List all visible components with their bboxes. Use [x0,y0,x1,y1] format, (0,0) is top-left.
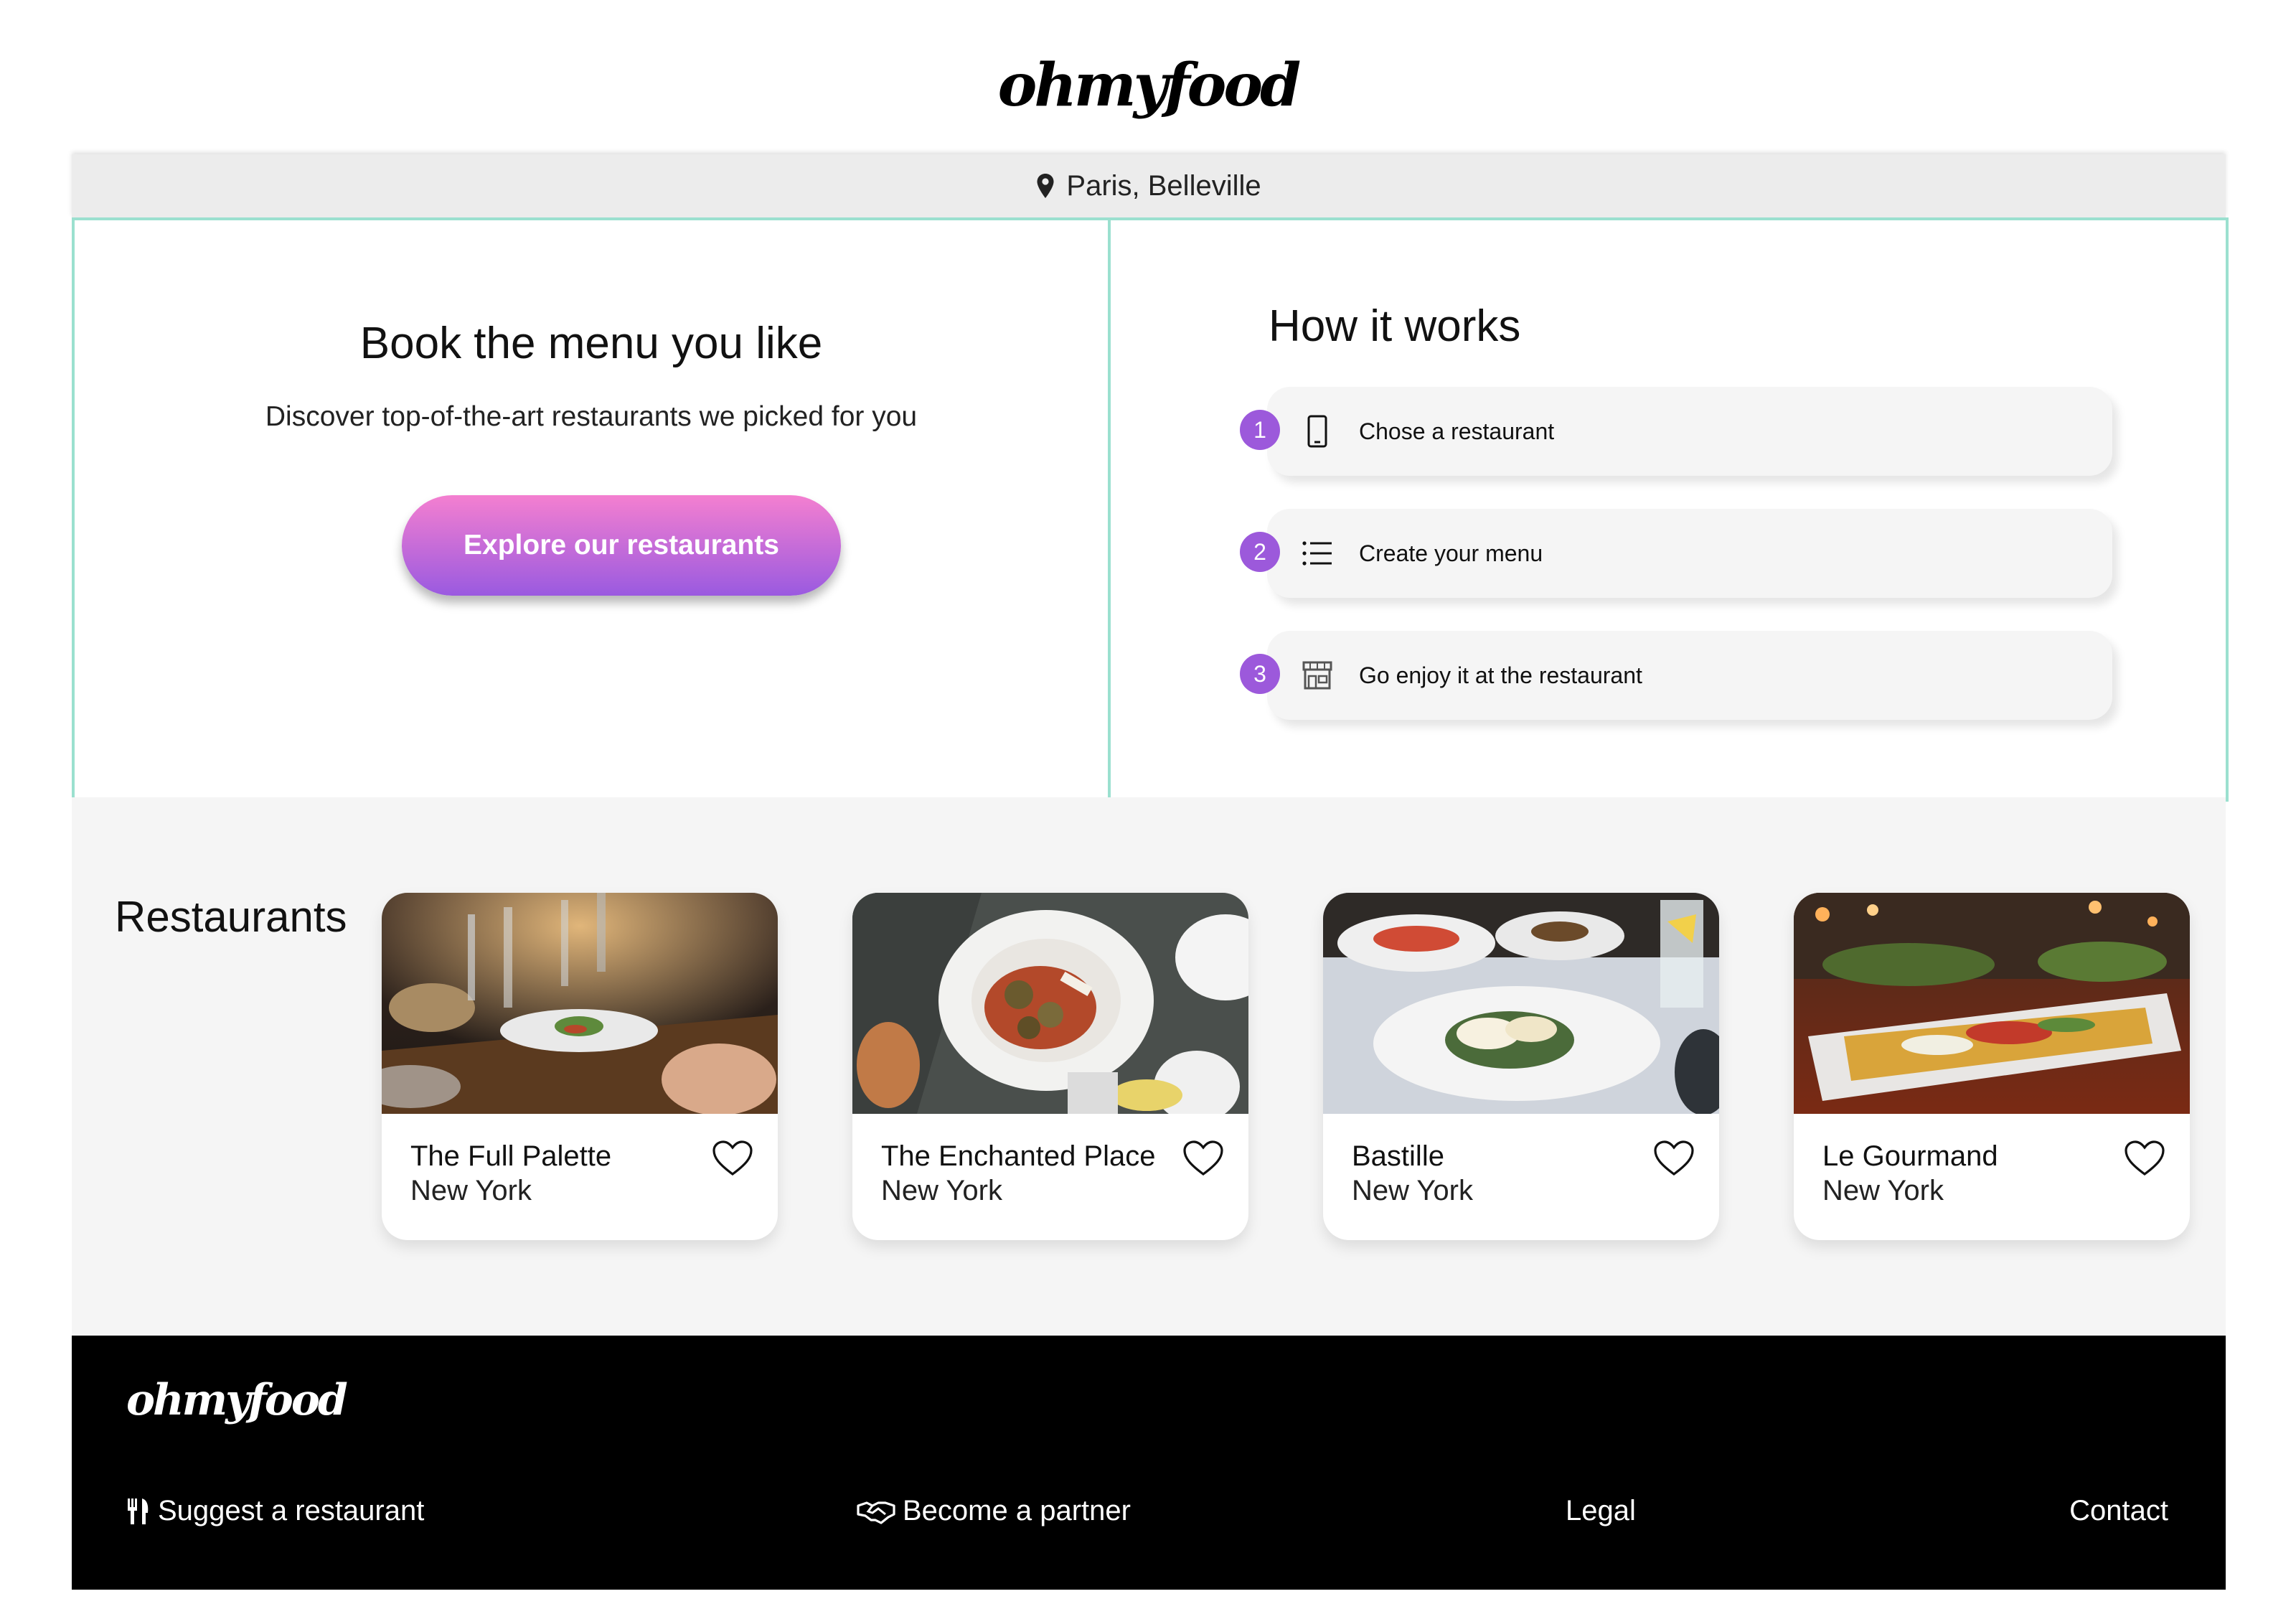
storefront-icon [1296,660,1339,690]
footer-logo[interactable]: ohmyfood [126,1379,348,1422]
restaurant-photo [852,893,1248,1114]
step-card: Chose a restaurant [1267,387,2112,476]
step-number-badge: 1 [1240,410,1280,450]
heart-icon[interactable] [2124,1140,2165,1177]
restaurant-city: New York [881,1175,1002,1206]
step-label: Go enjoy it at the restaurant [1359,662,1642,688]
step-number-badge: 3 [1240,654,1280,694]
location-bar: Paris, Belleville [72,154,2226,217]
utensils-icon [128,1498,149,1524]
restaurant-photo [1323,893,1719,1114]
step-card: Create your menu [1267,509,2112,598]
restaurant-name: The Enchanted Place [881,1140,1156,1172]
legal-link[interactable]: Legal [1566,1495,1636,1527]
footer-link-label: Become a partner [903,1495,1131,1526]
smartphone-icon [1296,415,1339,448]
hero-title: Book the menu you like [359,319,823,368]
restaurant-city: New York [410,1175,532,1206]
restaurant-city: New York [1352,1175,1473,1206]
restaurant-name: The Full Palette [410,1140,612,1172]
restaurant-photo [382,893,778,1114]
heart-icon[interactable] [1182,1140,1224,1177]
restaurant-name: Le Gourmand [1822,1140,1998,1172]
site-logo[interactable]: ohmyfood [0,56,2296,115]
restaurant-name: Bastille [1352,1140,1444,1172]
footer-link-label: Legal [1566,1495,1636,1526]
contact-link[interactable]: Contact [2069,1495,2168,1527]
hero-section: Book the menu you like Discover top-of-t… [72,217,2229,802]
explore-restaurants-button[interactable]: Explore our restaurants [402,495,841,596]
restaurant-card[interactable]: The Full Palette New York [382,893,778,1240]
step-number-badge: 2 [1240,532,1280,572]
heart-icon[interactable] [1653,1140,1695,1177]
footer-link-label: Suggest a restaurant [158,1495,425,1526]
hero-intro: Book the menu you like Discover top-of-t… [75,220,1111,799]
footer-link-label: Contact [2069,1495,2168,1526]
restaurant-card[interactable]: Bastille New York [1323,893,1719,1240]
suggest-restaurant-link[interactable]: Suggest a restaurant [126,1495,424,1527]
step-item: 3 Go enjoy it at the restaurant [1240,631,2112,724]
restaurant-photo [1794,893,2190,1114]
step-item: 2 Create your menu [1240,509,2112,602]
restaurant-card[interactable]: Le Gourmand New York [1794,893,2190,1240]
handshake-icon [857,1501,895,1524]
step-item: 1 Chose a restaurant [1240,387,2112,480]
restaurants-heading: Restaurants [115,893,347,941]
restaurants-section: Restaurants The Full Palette New York Th… [72,797,2226,1336]
step-label: Create your menu [1359,540,1543,566]
step-label: Chose a restaurant [1359,418,1555,444]
become-partner-link[interactable]: Become a partner [857,1495,1131,1527]
how-it-works-title: How it works [1269,301,1521,351]
map-pin-icon [1037,174,1054,198]
heart-icon[interactable] [712,1140,753,1177]
hero-subtitle: Discover top-of-the-art restaurants we p… [265,401,918,432]
location-text: Paris, Belleville [1066,169,1261,202]
step-card: Go enjoy it at the restaurant [1267,631,2112,720]
restaurant-card[interactable]: The Enchanted Place New York [852,893,1248,1240]
list-icon [1296,540,1339,567]
restaurant-city: New York [1822,1175,1944,1206]
site-footer: ohmyfood Suggest a restaurant Become a p… [72,1336,2226,1590]
how-it-works-panel: How it works 1 Chose a restaurant 2 Crea… [1111,220,2226,799]
